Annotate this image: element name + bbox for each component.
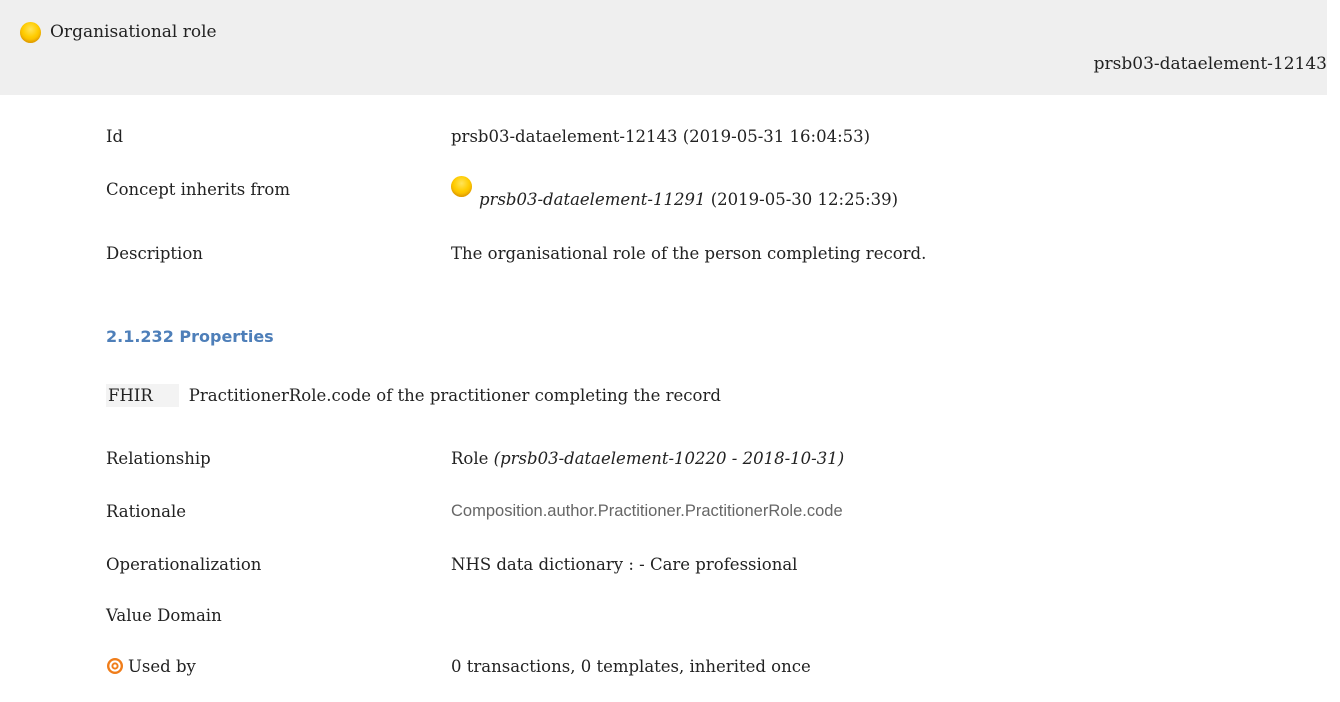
id-label: Id [106,127,124,146]
value-domain-row: Value Domain [106,606,1286,630]
concept-header: Organisational role prsb03-dataelement-1… [0,0,1327,95]
description-row: Description The organisational role of t… [106,244,1286,268]
rationale-value: Composition.author.Practitioner.Practiti… [451,502,843,520]
rationale-label: Rationale [106,502,186,521]
operationalization-value: NHS data dictionary : - Care professiona… [451,555,798,574]
description-label: Description [106,244,203,263]
description-value: The organisational role of the person co… [451,244,927,263]
inherits-date: (2019-05-30 12:25:39) [710,190,899,209]
id-row: Id prsb03-dataelement-12143 (2019-05-31 … [106,127,1286,151]
fhir-text: PractitionerRole.code of the practitione… [188,386,721,405]
concept-id: prsb03-dataelement-12143 [1093,54,1327,74]
relationship-value: Role (prsb03-dataelement-10220 - 2018-10… [451,449,844,468]
properties-heading: 2.1.232 Properties [106,327,274,346]
relationship-label: Relationship [106,449,211,468]
inherited-concept-orb-icon [451,176,472,197]
used-by-label-wrap: Used by [106,657,196,676]
id-value: prsb03-dataelement-12143 (2019-05-31 16:… [451,127,871,146]
relationship-name: Role [451,449,489,468]
relationship-ref[interactable]: (prsb03-dataelement-10220 - 2018-10-31) [494,449,845,468]
used-by-row: Used by 0 transactions, 0 templates, inh… [106,657,1286,681]
inherits-value: prsb03-dataelement-11291 (2019-05-30 12:… [451,176,898,209]
rationale-row: Rationale Composition.author.Practitione… [106,502,1286,526]
concept-title: Organisational role [50,22,217,42]
operationalization-label: Operationalization [106,555,262,574]
fhir-badge: FHIR [106,384,179,407]
concept-orb-icon [20,22,41,43]
used-by-value: 0 transactions, 0 templates, inherited o… [451,657,811,676]
used-by-label: Used by [128,657,196,676]
inherits-label: Concept inherits from [106,180,291,199]
fhir-row: FHIR PractitionerRole.code of the practit… [106,384,721,407]
value-domain-label: Value Domain [106,606,222,625]
relationship-row: Relationship Role (prsb03-dataelement-10… [106,449,1286,473]
target-icon[interactable] [106,657,124,675]
inherits-link[interactable]: prsb03-dataelement-11291 [479,190,705,209]
operationalization-row: Operationalization NHS data dictionary :… [106,555,1286,579]
inherits-row: Concept inherits from prsb03-dataelement… [106,176,1286,209]
